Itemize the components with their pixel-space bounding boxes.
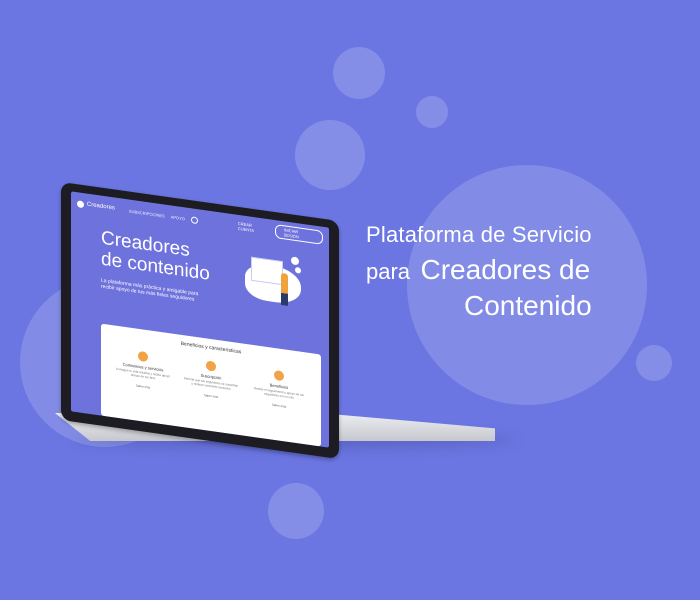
- hero-illustration: [241, 249, 309, 315]
- brand-logo-icon: [77, 199, 84, 208]
- benefits-card: Beneficios y características Comisiones …: [101, 323, 321, 447]
- illustration-chart-board: [251, 256, 283, 286]
- nav-item-subscripciones[interactable]: SUBSCRIPCIONES: [129, 208, 165, 218]
- illustration-person-legs: [281, 292, 288, 306]
- laptop-lid: Creadores SUBSCRIPCIONES APOYO CREAR CUE…: [61, 182, 339, 460]
- decor-circle-small-3: [636, 345, 672, 381]
- illustration-bubble-2: [295, 266, 301, 274]
- hero-title: Creadores de contenido: [101, 228, 210, 285]
- nav-item-apoyo[interactable]: APOYO: [171, 214, 185, 221]
- nav-create-account[interactable]: CREAR CUENTA: [238, 221, 269, 235]
- feature-commissions: Comisiones y servicios Consigue tu vida …: [115, 348, 171, 393]
- search-icon[interactable]: [190, 215, 198, 224]
- feature-benefits: Beneficios Recibe el seguimiento y apoyo…: [251, 367, 307, 412]
- benefits-icon: [274, 369, 284, 382]
- commissions-icon: [138, 350, 148, 363]
- subscription-icon: [206, 360, 216, 372]
- feature-more-link[interactable]: Saber más: [251, 400, 307, 412]
- decor-circle-small-2: [416, 96, 448, 128]
- nav-brand[interactable]: Creadores: [87, 202, 115, 212]
- laptop-screen: Creadores SUBSCRIPCIONES APOYO CREAR CUE…: [71, 191, 329, 448]
- feature-more-link[interactable]: Saber más: [183, 390, 239, 402]
- laptop-mockup: Creadores SUBSCRIPCIONES APOYO CREAR CUE…: [55, 178, 515, 478]
- illustration-bubble-1: [291, 256, 299, 266]
- decor-circle-small-1: [333, 47, 385, 99]
- nav-login-button[interactable]: INICIAR SESIÓN: [274, 224, 323, 245]
- decor-circle-small-4: [268, 483, 324, 539]
- feature-subscription: Suscripción Permite que tus seguidores s…: [183, 357, 239, 402]
- feature-more-link[interactable]: Saber más: [115, 381, 171, 393]
